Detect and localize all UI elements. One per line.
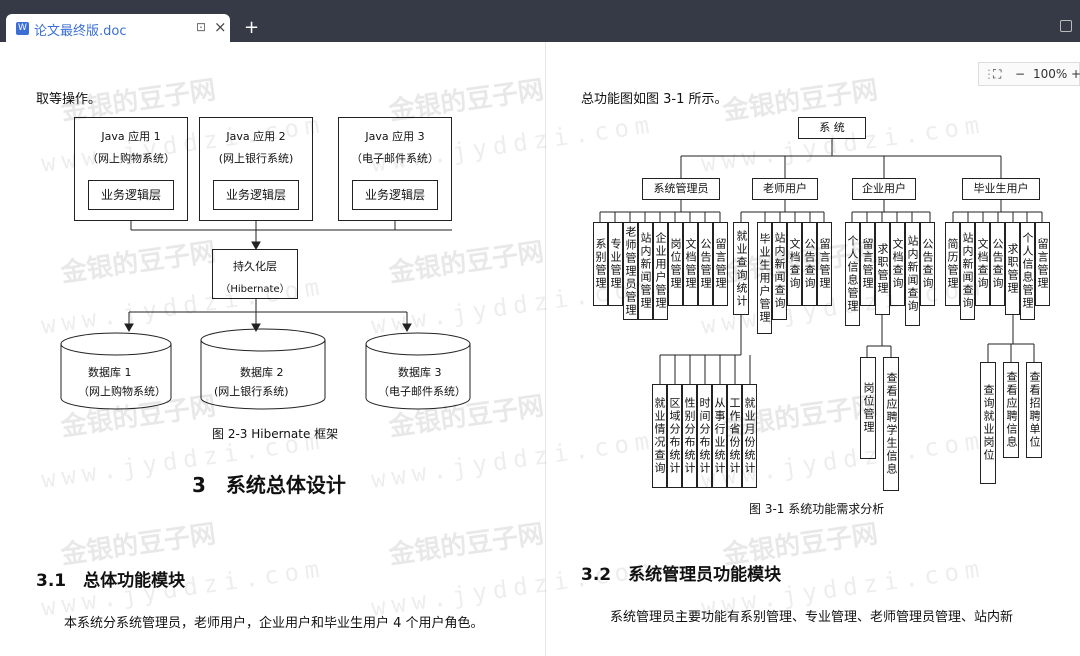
section-3-2-heading: 3.2 系统管理员功能模块 [581, 565, 782, 585]
graduate-module: 文档查询 [975, 222, 990, 306]
admin-module: 老师管理员管理 [623, 222, 638, 320]
admin-module: 系别管理 [593, 222, 608, 306]
graduate-module: 简历管理 [945, 222, 960, 306]
stats-module: 从事行业统计 [712, 384, 727, 488]
role-admin-box: 系统管理员 [642, 178, 720, 200]
stats-module: 区域分布统计 [667, 384, 682, 488]
teacher-module: 公告查询 [802, 222, 817, 306]
teacher-module: 文档查询 [787, 222, 802, 306]
company-module: 个人信息管理 [845, 222, 860, 326]
right-diagram-connectors [599, 139, 1043, 384]
company-module: 留言管理 [860, 222, 875, 306]
graduate-module: 个人信息管理 [1020, 222, 1035, 320]
teacher-module: 站内新闻查询 [772, 222, 787, 320]
admin-module: 留言管理 [713, 222, 728, 306]
admin-module: 公告管理 [698, 222, 713, 306]
company-module: 公告查询 [920, 222, 935, 306]
admin-module: 专业管理 [608, 222, 623, 306]
teacher-module: 留言管理 [817, 222, 832, 306]
stats-module: 工作省份统计 [727, 384, 742, 488]
stats-module: 就业月份统计 [742, 384, 757, 488]
grad-sub-module: 查询就业岗位 [980, 362, 996, 484]
grad-sub-module: 查看招聘单位 [1026, 362, 1042, 458]
role-company-box: 企业用户 [852, 178, 916, 200]
stats-module: 就业情况查询 [652, 384, 667, 488]
graduate-module: 留言管理 [1035, 222, 1050, 306]
admin-module: 企业用户管理 [653, 222, 668, 320]
right-body-text: 系统管理员主要功能有系别管理、专业管理、老师管理员管理、站内新 [610, 610, 1014, 625]
stats-module: 性别分布统计 [682, 384, 697, 488]
role-graduate-box: 毕业生用户 [962, 178, 1040, 200]
graduate-module: 求职管理 [1005, 222, 1020, 315]
admin-module: 岗位管理 [668, 222, 683, 306]
company-module: 文档查询 [890, 222, 905, 306]
stats-module: 时间分布统计 [697, 384, 712, 488]
teacher-module: 毕业生用户管理 [757, 222, 772, 334]
teacher-module: 就业查询统计 [733, 222, 749, 315]
job-sub-module: 查看应聘学生信息 [883, 357, 899, 491]
job-sub-module: 岗位管理 [860, 357, 876, 459]
admin-module: 站内新闻管理 [638, 222, 653, 320]
admin-module: 文档管理 [683, 222, 698, 306]
company-module: 站内新闻查询 [905, 222, 920, 326]
grad-sub-module: 查看应聘信息 [1003, 362, 1019, 458]
company-module: 求职管理 [875, 222, 890, 315]
role-teacher-box: 老师用户 [752, 178, 818, 200]
graduate-module: 公告查询 [990, 222, 1005, 306]
right-figure-caption: 图 3-1 系统功能需求分析 [749, 502, 885, 516]
graduate-module: 站内新闻查询 [960, 222, 975, 320]
